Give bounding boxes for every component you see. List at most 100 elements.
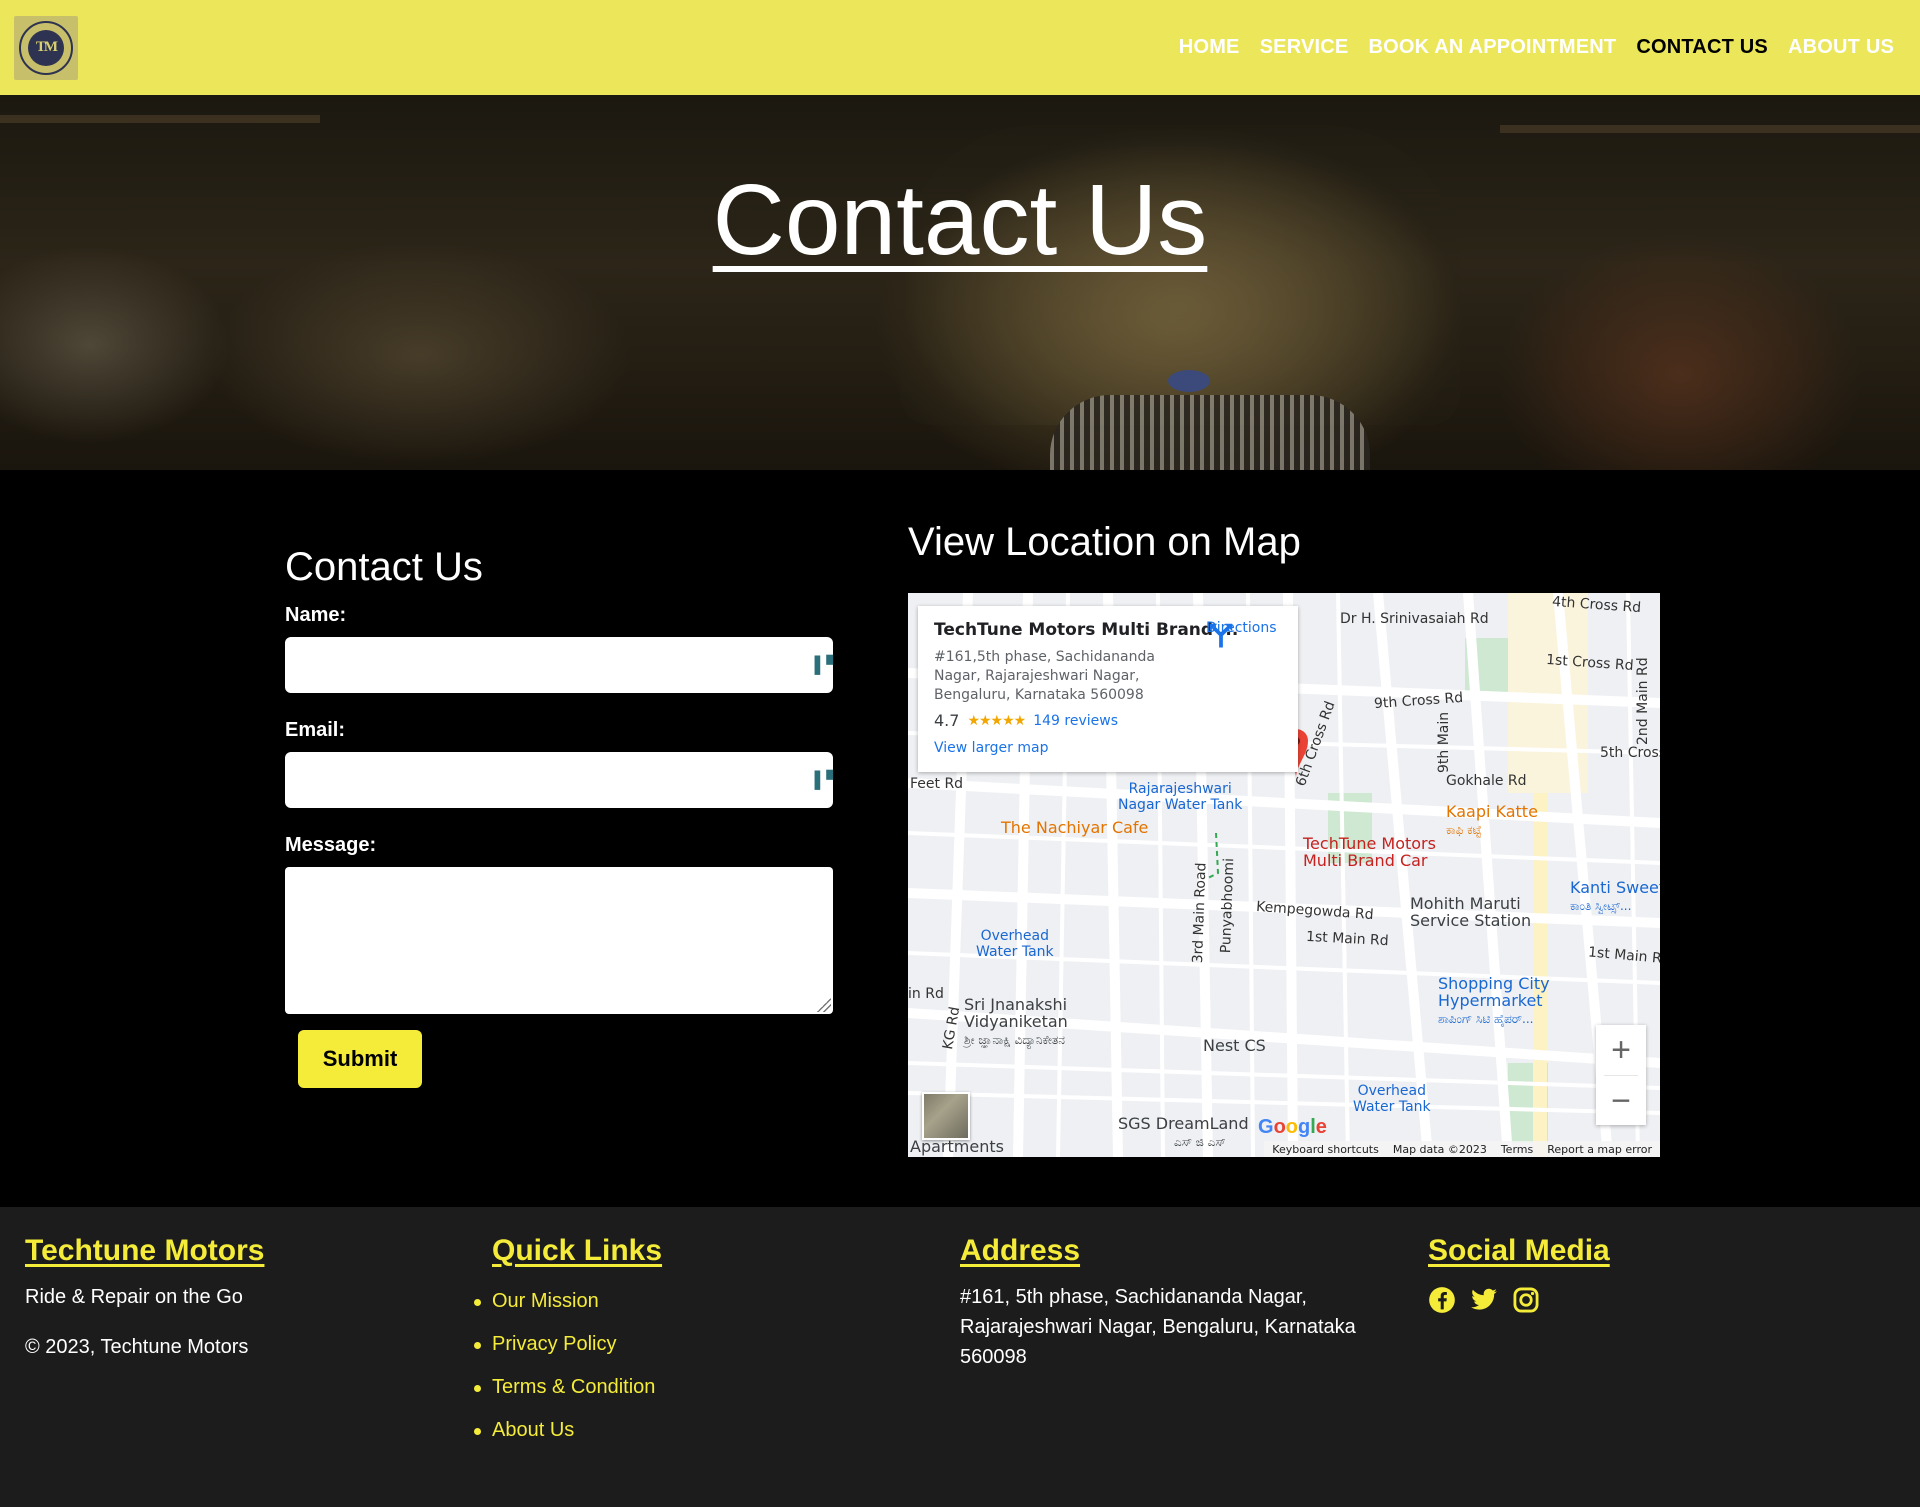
autofill-icon[interactable]: ▐▝ (809, 770, 833, 790)
social-title: Social Media (1428, 1234, 1610, 1267)
hero-truck-badge (1168, 370, 1210, 392)
map-label-kaapi-katte-line1: Kaapi Katte (1446, 802, 1538, 821)
map-title: View Location on Map (908, 520, 1301, 564)
instagram-icon[interactable] (1512, 1286, 1540, 1314)
social-icons (1428, 1286, 1610, 1314)
hero-shelf (1500, 125, 1920, 133)
map-label-nachiyar[interactable]: The Nachiyar Cafe (1001, 818, 1148, 837)
map-label-techtune-line2: Multi Brand Car (1303, 851, 1428, 870)
map-label-second-main: 2nd Main Rd (1635, 657, 1651, 745)
footer-quick-links: Quick Links Our Mission Privacy Policy T… (473, 1234, 663, 1452)
form-title: Contact Us (285, 545, 483, 589)
map-label-dr-srinivasaiah: Dr H. Srinivasaiah Rd (1340, 611, 1489, 627)
name-label: Name: (285, 604, 347, 626)
star-rating-icon: ★★★★★ (967, 712, 1026, 729)
hero-truck-grille (1050, 395, 1370, 470)
footer-tagline: Ride & Repair on the Go (25, 1286, 243, 1308)
rating-value: 4.7 (934, 711, 960, 730)
embedded-map[interactable]: TechTune Motors Multi Brand Car The Nachi… (908, 593, 1660, 1157)
footer-address: Address #161, 5th phase, Sachidananda Na… (960, 1234, 1370, 1372)
map-label-ninth-main: 9th Main (1436, 711, 1452, 773)
map-label-mohith[interactable]: Mohith Maruti Service Station (1410, 895, 1531, 929)
map-label-gokhale: Gokhale Rd (1446, 773, 1527, 789)
map-label-overhead-2-line2: Water Tank (1353, 1099, 1431, 1115)
hero-shelf (0, 115, 320, 123)
hero-title: Contact Us (0, 163, 1920, 278)
map-label-shopping-city[interactable]: Shopping City Hypermarket ಶಾಪಿಂಗ್ ಸಿಟಿ ಹೈಪ… (1438, 975, 1550, 1028)
link-our-mission[interactable]: Our Mission (473, 1280, 662, 1323)
footer-brand-title: Techtune Motors (25, 1234, 265, 1267)
twitter-icon[interactable] (1470, 1286, 1498, 1314)
quick-links-title: Quick Links (492, 1234, 663, 1267)
map-label-water-tank: Rajarajeshwari Nagar Water Tank (1118, 781, 1242, 813)
map-label-water-tank-line2: Nagar Water Tank (1118, 797, 1243, 813)
nav-book-appointment[interactable]: BOOK AN APPOINTMENT (1368, 36, 1616, 59)
hero-banner: Contact Us (0, 95, 1920, 470)
view-larger-map-link[interactable]: View larger map (934, 740, 1282, 756)
map-label-overhead-tank-1: Overhead Water Tank (976, 928, 1054, 960)
nav-home[interactable]: HOME (1179, 36, 1240, 59)
map-label-jnanakshi-line2: Vidyaniketan (964, 1012, 1068, 1031)
map-label-nest-cs[interactable]: Nest CS (1203, 1036, 1266, 1055)
nav-service[interactable]: SERVICE (1260, 36, 1349, 59)
map-label-sgs-line2: ಎಸ್ ಜಿ ಎಸ್ (1174, 1135, 1226, 1149)
map-section: View Location on Map TechTune Motors Mul… (908, 520, 1660, 1157)
link-privacy-policy[interactable]: Privacy Policy (473, 1323, 662, 1366)
email-input[interactable]: ▐▝ (285, 752, 833, 808)
footer-brand: Techtune Motors Ride & Repair on the Go … (25, 1234, 264, 1362)
map-label-kaapi-katte[interactable]: Kaapi Katte ಕಾಫಿ ಕಟ್ಟೆ (1446, 803, 1538, 839)
map-label-kanti-line1: Kanti Sweet (1570, 878, 1660, 897)
google-logo: Google (1258, 1116, 1327, 1138)
map-label-in-rd: in Rd (908, 986, 944, 1002)
map-label-sgs-line1: SGS DreamLand (1118, 1114, 1249, 1133)
quick-links-list: Our Mission Privacy Policy Terms & Condi… (473, 1280, 662, 1452)
map-label-jnanakshi-line3: ಶ್ರೀ ಜ್ಞಾನಾಕ್ಷಿ ವಿದ್ಯಾನಿಕೇತನ (964, 1033, 1065, 1047)
email-label: Email: (285, 719, 346, 741)
map-zoom-controls: + − (1596, 1025, 1646, 1125)
map-label-sgs-dreamland[interactable]: SGS DreamLand ಎಸ್ ಜಿ ಎಸ್ (1118, 1115, 1249, 1151)
facebook-icon[interactable] (1428, 1286, 1456, 1314)
footer: Techtune Motors Ride & Repair on the Go … (0, 1207, 1920, 1507)
logo-mark: TM (28, 29, 64, 66)
map-label-techtune[interactable]: TechTune Motors Multi Brand Car (1303, 835, 1436, 869)
contact-section: Contact Us Name: ▐▝ Email: ▐▝ Message: S… (0, 470, 1920, 1207)
map-label-shopping-line2: Hypermarket (1438, 991, 1543, 1010)
message-label: Message: (285, 834, 377, 856)
hero-title-text: Contact Us (712, 164, 1208, 276)
place-address: #161,5th phase, Sachidananda Nagar, Raja… (934, 649, 1155, 703)
map-label-overhead-2-line1: Overhead (1357, 1083, 1427, 1099)
resize-handle[interactable] (817, 998, 831, 1012)
map-label-jnanakshi[interactable]: Sri Jnanakshi Vidyaniketan ಶ್ರೀ ಜ್ಞಾನಾಕ್ಷಿ… (964, 996, 1068, 1049)
brand-logo[interactable]: TM (14, 15, 78, 80)
footer-copyright: © 2023, Techtune Motors (25, 1336, 249, 1358)
name-input[interactable]: ▐▝ (285, 637, 833, 693)
directions-icon (1209, 623, 1233, 648)
nav-contact-us[interactable]: CONTACT US (1636, 36, 1768, 59)
autofill-icon[interactable]: ▐▝ (809, 655, 833, 675)
map-label-feet-rd: Feet Rd (910, 776, 964, 792)
map-data-text: Map data ©2023 (1392, 1142, 1487, 1156)
keyboard-shortcuts-link[interactable]: Keyboard shortcuts (1272, 1143, 1379, 1156)
directions-button[interactable]: Directions (1206, 620, 1277, 648)
map-label-kanti-line2: ಕಾಂತಿ ಸ್ವೀಟ್ಸ್... (1570, 899, 1632, 913)
terms-link[interactable]: Terms (1501, 1143, 1533, 1156)
submit-button[interactable]: Submit (298, 1030, 422, 1088)
reviews-link[interactable]: 149 reviews (1033, 713, 1118, 729)
satellite-layer-toggle[interactable] (922, 1092, 970, 1140)
map-label-water-tank-line1: Rajarajeshwari (1128, 781, 1232, 797)
link-about-us[interactable]: About Us (473, 1409, 662, 1452)
map-label-punyabhoomi: Punyabhoomi (1218, 857, 1238, 954)
map-label-mohith-line2: Service Station (1410, 911, 1532, 930)
nav-about-us[interactable]: ABOUT US (1788, 36, 1894, 59)
logo-ring: TM (19, 20, 73, 75)
map-label-kaapi-katte-line2: ಕಾಫಿ ಕಟ್ಟೆ (1446, 823, 1482, 837)
map-label-fifth-cross: 5th Cross (1600, 745, 1660, 761)
map-attribution: Keyboard shortcuts Map data ©2023 Terms … (1264, 1141, 1660, 1157)
zoom-in-button[interactable]: + (1596, 1025, 1646, 1075)
report-error-link[interactable]: Report a map error (1547, 1143, 1652, 1156)
link-terms-condition[interactable]: Terms & Condition (473, 1366, 662, 1409)
message-textarea[interactable] (285, 867, 833, 1014)
map-label-overhead-1-line2: Water Tank (976, 944, 1054, 960)
map-label-kanti-sweets[interactable]: Kanti Sweet ಕಾಂತಿ ಸ್ವೀಟ್ಸ್... (1570, 879, 1660, 915)
zoom-out-button[interactable]: − (1596, 1076, 1646, 1126)
